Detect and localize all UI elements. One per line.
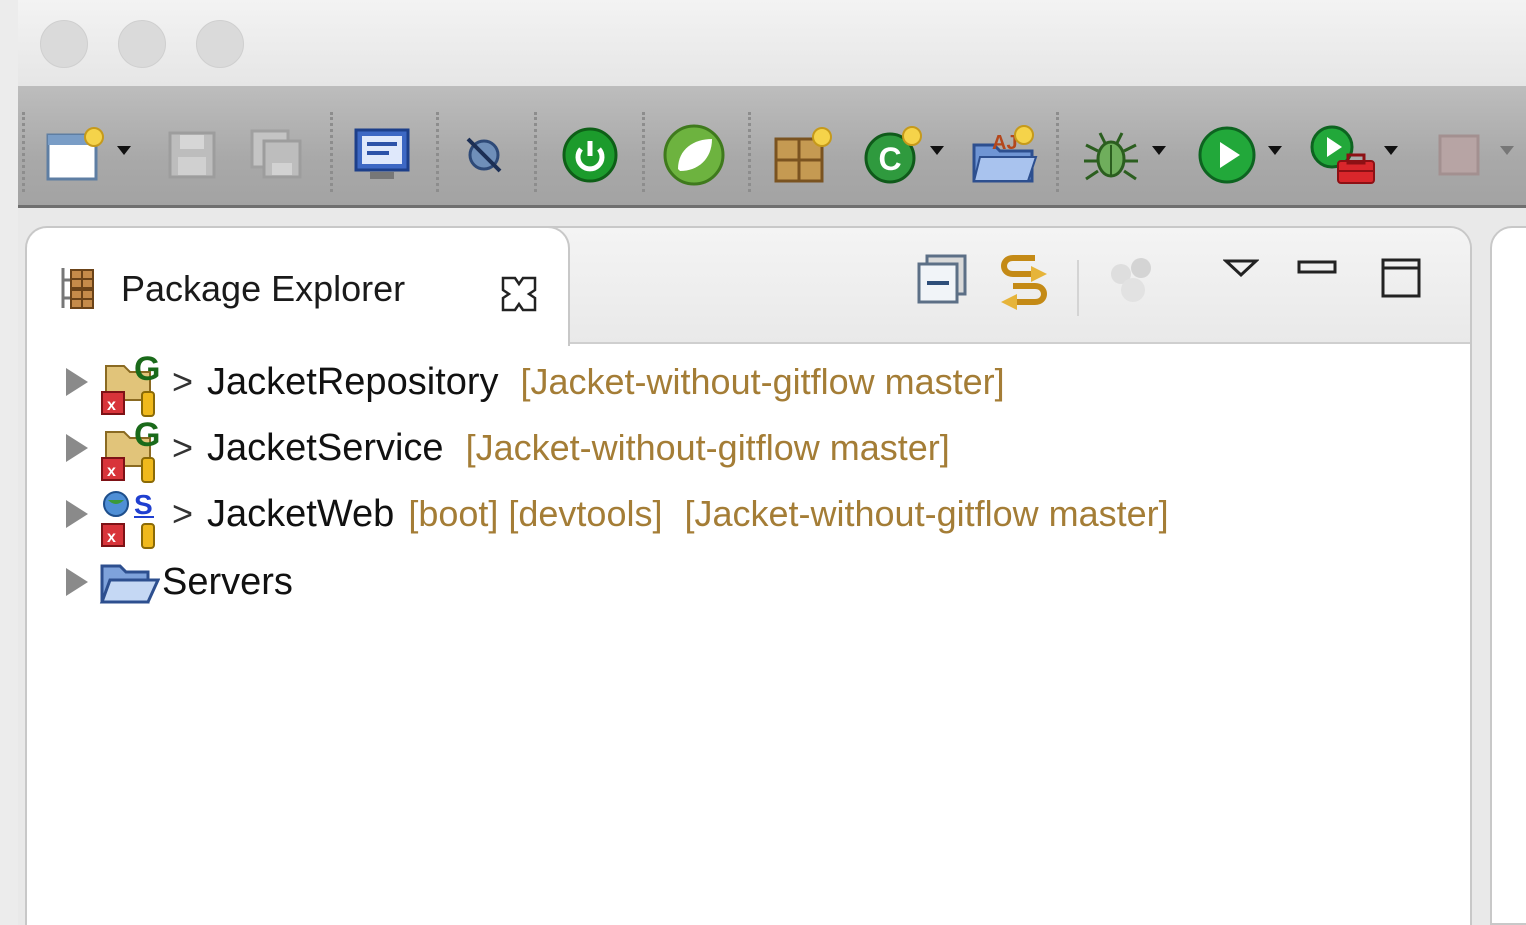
new-class-dropdown-chevron-icon[interactable] (930, 146, 944, 156)
minimize-view-icon[interactable] (1297, 260, 1339, 276)
tree-item-label: JacketService (207, 426, 444, 469)
tab-package-explorer[interactable]: Package Explorer (27, 228, 570, 346)
svg-text:G: G (134, 418, 160, 454)
new-package-icon (774, 127, 832, 183)
folder-open-icon (98, 552, 162, 612)
view-menu-chevron-icon[interactable] (1223, 258, 1259, 278)
header-separator (1077, 260, 1079, 316)
bug-icon (1084, 132, 1138, 181)
maximize-view-icon[interactable] (1381, 258, 1423, 300)
toolbar-separator (1056, 112, 1059, 192)
stop-icon (1438, 134, 1480, 176)
monitor-icon (354, 128, 410, 179)
toolbar-separator (22, 112, 25, 192)
spring-starter-button[interactable] (662, 120, 726, 190)
run-dropdown-chevron-icon[interactable] (1268, 146, 1282, 156)
terminate-dropdown-chevron-icon[interactable] (1500, 146, 1514, 156)
spring-web-project-error-icon: S x (98, 484, 170, 549)
close-window-button[interactable] (40, 20, 88, 68)
spring-boot-power-icon (562, 127, 618, 183)
expand-arrow-icon[interactable] (66, 434, 88, 462)
window-title-bar (18, 0, 1526, 86)
toolbar-separator (436, 112, 439, 192)
expand-arrow-icon[interactable] (66, 368, 88, 396)
git-changed-marker: > (172, 427, 194, 468)
close-view-icon[interactable] (499, 274, 539, 314)
run-button[interactable] (1196, 120, 1258, 190)
expand-arrow-icon[interactable] (66, 500, 88, 528)
editor-area (1490, 226, 1526, 925)
gradle-project-error-icon: G x (98, 350, 170, 417)
new-wizard-button[interactable] (44, 120, 108, 190)
git-changed-marker: > (172, 361, 194, 402)
svg-text:x: x (107, 463, 116, 480)
spring-leaf-icon (663, 124, 725, 186)
open-console-button[interactable] (352, 120, 412, 190)
skip-breakpoints-button[interactable] (460, 120, 508, 190)
debug-dropdown-chevron-icon[interactable] (1152, 146, 1166, 156)
tree-item-label: JacketWeb (207, 492, 395, 535)
tree-item-label: JacketRepository (207, 360, 499, 403)
tree-item-label: Servers (162, 560, 293, 603)
skip-breakpoints-icon (466, 137, 502, 173)
debug-button[interactable] (1080, 120, 1142, 190)
terminate-button[interactable] (1436, 120, 1482, 190)
tree-item-jacketweb[interactable]: S x > JacketWeb [boot] [devtools] [Jacke… (66, 484, 1486, 549)
boot-devtools-decoration: [boot] [devtools] (408, 493, 663, 534)
spring-boot-dashboard-button[interactable] (560, 120, 620, 190)
toolbar-separator (534, 112, 537, 192)
run-play-icon (1198, 126, 1256, 184)
filters-icon[interactable] (1105, 252, 1161, 308)
svg-text:C: C (878, 141, 901, 177)
external-tools-icon (1310, 125, 1375, 184)
svg-text:x: x (107, 397, 116, 414)
expand-arrow-icon[interactable] (66, 568, 88, 596)
gradle-project-error-icon: G x (98, 416, 170, 483)
link-with-editor-icon[interactable] (993, 252, 1055, 310)
svg-text:x: x (107, 529, 116, 546)
git-branch-decoration: [Jacket-without-gitflow master] (465, 427, 950, 468)
git-changed-marker: > (172, 493, 194, 534)
external-tools-dropdown-chevron-icon[interactable] (1384, 146, 1398, 156)
svg-text:AJ: AJ (992, 132, 1018, 154)
svg-text:S: S (134, 489, 153, 520)
open-aspectj-button[interactable]: AJ (970, 120, 1038, 190)
zoom-window-button[interactable] (196, 20, 244, 68)
git-branch-decoration: [Jacket-without-gitflow master] (520, 361, 1005, 402)
svg-text:G: G (134, 352, 160, 388)
aspectj-folder-icon: AJ (972, 125, 1038, 183)
toolbar-separator (642, 112, 645, 192)
toolbar-separator (330, 112, 333, 192)
save-all-button[interactable] (248, 120, 306, 190)
tree-item-servers[interactable]: Servers (66, 552, 1486, 612)
new-package-button[interactable] (772, 120, 836, 190)
save-all-icon (250, 129, 302, 179)
new-dropdown-chevron-icon[interactable] (117, 146, 131, 156)
tab-title: Package Explorer (121, 268, 406, 309)
save-icon (168, 131, 216, 179)
minimize-window-button[interactable] (118, 20, 166, 68)
tree-item-jacketrepository[interactable]: G x > JacketRepository [Jacket-without-g… (66, 350, 1486, 417)
tree-item-jacketservice[interactable]: G x > JacketService [Jacket-without-gitf… (66, 416, 1486, 483)
save-button[interactable] (166, 120, 218, 190)
new-class-button[interactable]: C (860, 120, 926, 190)
git-branch-decoration: [Jacket-without-gitflow master] (684, 493, 1169, 534)
new-file-icon (46, 127, 104, 181)
new-class-icon: C (864, 126, 922, 184)
package-explorer-icon (61, 268, 94, 309)
toolbar-separator (748, 112, 751, 192)
run-external-tools-button[interactable] (1306, 120, 1378, 190)
collapse-all-icon[interactable] (915, 252, 969, 306)
